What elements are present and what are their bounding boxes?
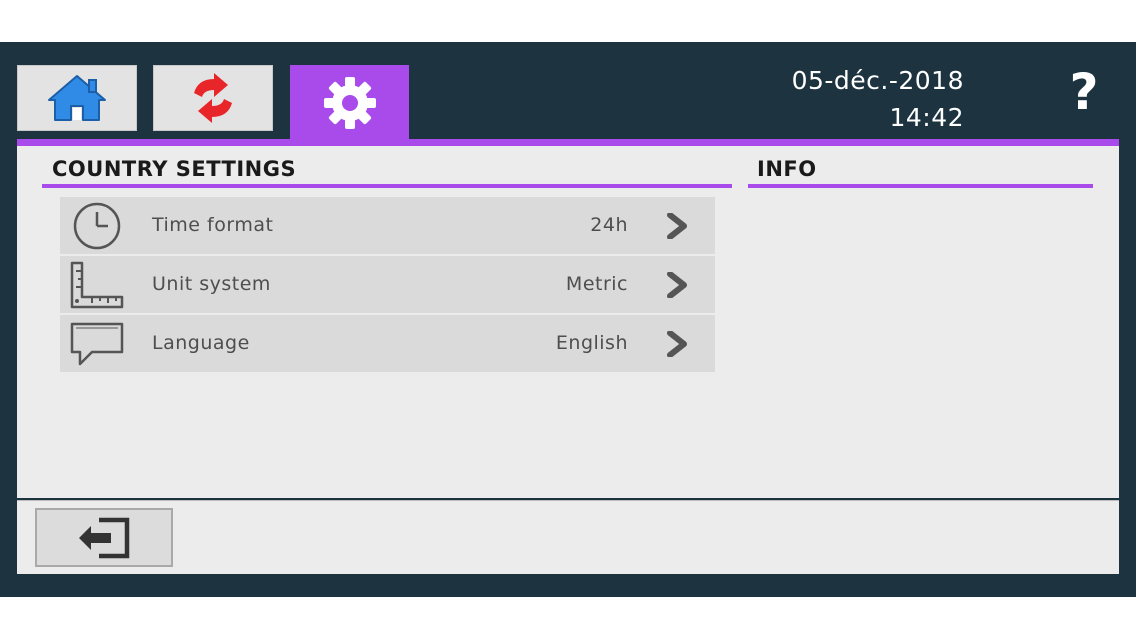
speech-bubble-icon [70, 322, 124, 366]
back-button[interactable] [35, 508, 173, 567]
tab-home[interactable] [17, 65, 137, 131]
setting-row-language[interactable]: Language English [60, 315, 715, 372]
date-time-display: 05-déc.-2018 14:42 [792, 62, 964, 136]
home-icon [48, 75, 106, 121]
setting-label: Unit system [152, 273, 271, 295]
setting-value: Metric [565, 273, 628, 295]
gear-icon [323, 77, 376, 129]
help-button[interactable]: ? [1066, 62, 1102, 122]
setting-label: Language [152, 332, 250, 354]
setting-row-unit-system[interactable]: Unit system Metric [60, 256, 715, 313]
info-rule [748, 184, 1093, 188]
chevron-right-icon [667, 272, 687, 298]
tab-sync[interactable] [153, 65, 273, 131]
active-tab-bar [17, 139, 1119, 146]
time-text: 14:42 [889, 103, 964, 132]
chevron-right-icon [667, 331, 687, 357]
info-title: INFO [757, 157, 817, 181]
setting-value: 24h [590, 214, 628, 236]
ruler-icon [70, 261, 124, 309]
exit-icon [79, 517, 130, 558]
country-settings-title: COUNTRY SETTINGS [52, 157, 297, 181]
country-settings-rule [42, 184, 732, 188]
date-text: 05-déc.-2018 [791, 66, 964, 95]
footer-bar [17, 500, 1119, 574]
tab-settings[interactable] [290, 65, 409, 141]
setting-value: English [555, 332, 628, 354]
chevron-right-icon [667, 213, 687, 239]
sync-icon [194, 73, 232, 123]
setting-label: Time format [152, 214, 274, 236]
clock-icon [73, 202, 121, 250]
setting-row-time-format[interactable]: Time format 24h [60, 197, 715, 254]
